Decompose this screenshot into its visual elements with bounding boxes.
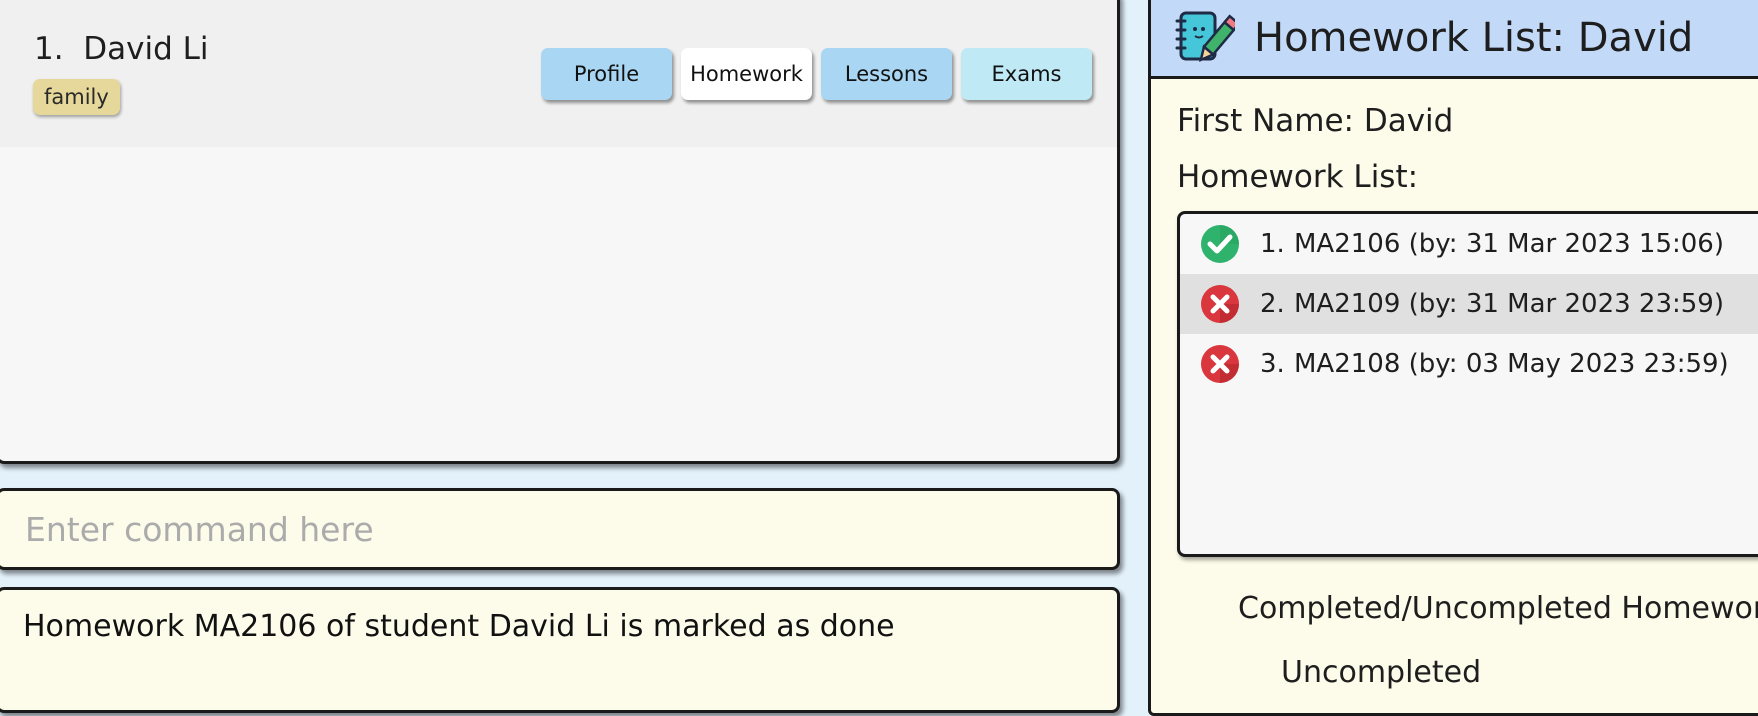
cross-circle-icon bbox=[1201, 345, 1239, 383]
homework-item-index: 1. bbox=[1260, 229, 1285, 259]
homework-panel: Homework List: David First Name: David H… bbox=[1148, 0, 1758, 716]
student-index: 1. bbox=[34, 31, 64, 67]
homework-item-index: 3. bbox=[1260, 349, 1285, 379]
lessons-button[interactable]: Lessons bbox=[821, 48, 952, 100]
student-name-text: David Li bbox=[83, 31, 209, 67]
homework-item-index: 2. bbox=[1260, 289, 1285, 319]
homework-item-2[interactable]: 2. MA2109 (by: 31 Mar 2023 23:59) bbox=[1180, 274, 1758, 334]
homework-list: 1. MA2106 (by: 31 Mar 2023 15:06) 2. MA2… bbox=[1177, 211, 1758, 557]
first-name-label: First Name: David bbox=[1177, 103, 1454, 139]
cross-circle-icon bbox=[1201, 285, 1239, 323]
homework-item-text: MA2106 (by: 31 Mar 2023 15:06) bbox=[1294, 229, 1724, 259]
homework-item-text: MA2108 (by: 03 May 2023 23:59) bbox=[1294, 349, 1729, 379]
homework-panel-title: Homework List: David bbox=[1254, 15, 1694, 61]
student-list-panel: 1. David Li family Profile Homework Less… bbox=[0, 0, 1120, 464]
student-name: 1. David Li bbox=[34, 31, 209, 67]
result-display: Homework MA2106 of student David Li is m… bbox=[0, 587, 1120, 713]
result-message: Homework MA2106 of student David Li is m… bbox=[23, 609, 895, 644]
homework-button[interactable]: Homework bbox=[681, 48, 812, 100]
homework-item-1[interactable]: 1. MA2106 (by: 31 Mar 2023 15:06) bbox=[1180, 214, 1758, 274]
profile-button[interactable]: Profile bbox=[541, 48, 672, 100]
notebook-pencil-icon bbox=[1175, 11, 1235, 62]
command-input[interactable] bbox=[23, 506, 1087, 552]
homework-item-text: MA2109 (by: 31 Mar 2023 23:59) bbox=[1294, 289, 1724, 319]
homework-chart-legend: Uncompleted bbox=[1281, 655, 1482, 690]
student-card[interactable]: 1. David Li family Profile Homework Less… bbox=[0, 0, 1117, 147]
exams-button[interactable]: Exams bbox=[961, 48, 1092, 100]
command-box bbox=[0, 488, 1120, 570]
homework-panel-header: Homework List: David bbox=[1151, 0, 1758, 79]
homework-item-3[interactable]: 3. MA2108 (by: 03 May 2023 23:59) bbox=[1180, 334, 1758, 394]
tag-family: family bbox=[33, 79, 120, 115]
homework-chart-title: Completed/Uncompleted Homework bbox=[1238, 591, 1758, 626]
check-circle-icon bbox=[1201, 225, 1239, 263]
student-tabs: Profile Homework Lessons Exams bbox=[541, 48, 1092, 100]
homework-list-label: Homework List: bbox=[1177, 159, 1419, 195]
